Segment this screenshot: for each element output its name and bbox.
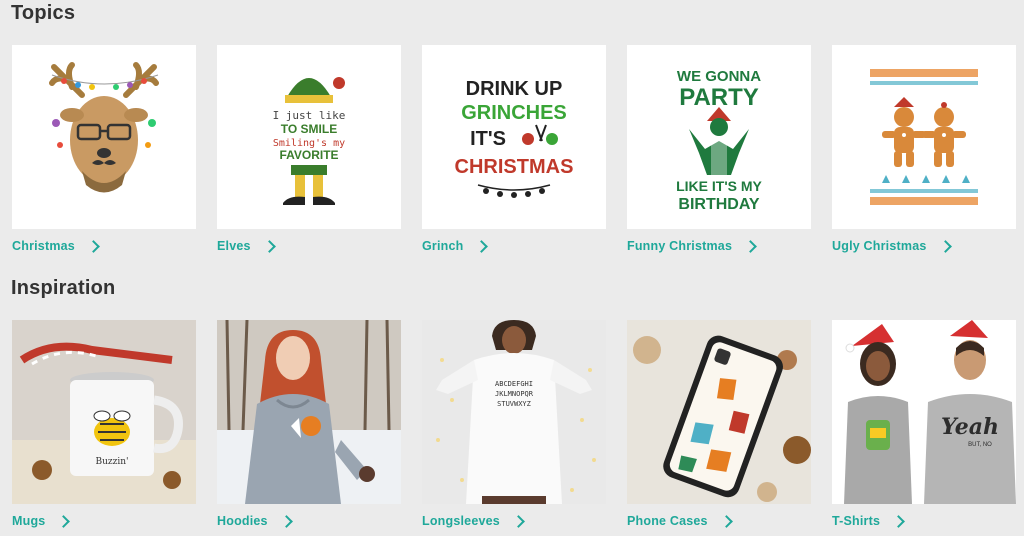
chevron-right-icon: [512, 515, 525, 528]
topic-card-grinch[interactable]: DRINK UP GRINCHES IT'S CHRISTMAS Grinch: [422, 45, 606, 254]
topic-label-christmas: Christmas: [12, 239, 75, 253]
inspiration-image-hoodies[interactable]: [217, 320, 401, 504]
chevron-right-icon: [87, 240, 100, 253]
topic-image-grinch[interactable]: DRINK UP GRINCHES IT'S CHRISTMAS: [422, 45, 606, 229]
inspiration-card-longsleeves[interactable]: ABCDEFGHI JKLMNOPQR STUVWXYZ Longsleeves: [422, 320, 606, 529]
inspiration-link-t-shirts[interactable]: T-Shirts: [832, 513, 1016, 529]
party-line-4: BIRTHDAY: [678, 196, 760, 213]
topic-link-christmas[interactable]: Christmas: [12, 238, 196, 254]
inspiration-image-longsleeves[interactable]: ABCDEFGHI JKLMNOPQR STUVWXYZ: [422, 320, 606, 504]
party-line-2: PARTY: [679, 84, 759, 111]
inspiration-label-t-shirts: T-Shirts: [832, 514, 881, 528]
elf-illustration: I just like TO SMILE Smiling's my FAVORI…: [273, 77, 346, 205]
elf-line-1: I just like: [273, 109, 346, 122]
inspiration-label-mugs: Mugs: [12, 514, 46, 528]
reindeer-illustration: [49, 62, 159, 193]
phone-case-photo: [627, 320, 811, 504]
topic-card-elves[interactable]: I just like TO SMILE Smiling's my FAVORI…: [217, 45, 401, 254]
grinch-typography: DRINK UP GRINCHES IT'S CHRISTMAS: [455, 78, 574, 198]
chevron-right-icon: [262, 240, 276, 253]
topic-card-ugly-christmas[interactable]: Ugly Christmas: [832, 45, 1016, 254]
mug-text: Buzzin': [95, 457, 128, 467]
topic-link-ugly-christmas[interactable]: Ugly Christmas: [832, 238, 1016, 254]
inspiration-card-hoodies[interactable]: Hoodies: [217, 320, 401, 529]
elf-line-2: TO SMILE: [281, 122, 337, 136]
topic-label-grinch: Grinch: [422, 239, 464, 253]
section-title-topics: Topics: [11, 2, 76, 24]
grinch-line-2: GRINCHES: [461, 102, 567, 124]
inspiration-link-hoodies[interactable]: Hoodies: [217, 513, 401, 529]
topic-label-elves: Elves: [217, 239, 251, 253]
inspiration-grid: Buzzin' Mugs Hoodies ABCDEFGHI JKLMNOPQR…: [12, 320, 1016, 529]
party-line-3: LIKE IT'S MY: [676, 178, 762, 194]
section-title-inspiration: Inspiration: [11, 277, 116, 299]
topic-link-elves[interactable]: Elves: [217, 238, 401, 254]
grinch-line-4: CHRISTMAS: [455, 156, 574, 178]
gingerbread-sweater-illustration: [870, 69, 978, 205]
chevron-right-icon: [744, 240, 757, 253]
grinch-line-1: DRINK UP: [466, 78, 563, 100]
inspiration-label-longsleeves: Longsleeves: [422, 514, 500, 528]
tshirt-text-yeah: Yeah: [941, 414, 999, 440]
inspiration-card-phone-cases[interactable]: Phone Cases: [627, 320, 811, 529]
party-birthday-illustration: WE GONNA PARTY LIKE IT'S MY BIRTHDAY: [676, 68, 762, 213]
party-line-1: WE GONNA: [677, 68, 761, 85]
alphabet-line-2: JKLMNOPQR: [495, 390, 534, 398]
inspiration-card-mugs[interactable]: Buzzin' Mugs: [12, 320, 196, 529]
longsleeve-photo: ABCDEFGHI JKLMNOPQR STUVWXYZ: [422, 320, 606, 504]
alphabet-line-3: STUVWXYZ: [497, 400, 531, 408]
chevron-right-icon: [57, 515, 71, 528]
chevron-right-icon: [279, 515, 293, 528]
inspiration-image-mugs[interactable]: Buzzin': [12, 320, 196, 504]
topic-label-funny-christmas: Funny Christmas: [627, 239, 733, 253]
topic-link-funny-christmas[interactable]: Funny Christmas: [627, 238, 811, 254]
inspiration-link-phone-cases[interactable]: Phone Cases: [627, 513, 811, 529]
inspiration-card-t-shirts[interactable]: Yeah BUT, NO T-Shirts: [832, 320, 1016, 529]
inspiration-image-phone-cases[interactable]: [627, 320, 811, 504]
topic-image-ugly-christmas[interactable]: [832, 45, 1016, 229]
chevron-right-icon: [719, 515, 733, 528]
inspiration-image-t-shirts[interactable]: Yeah BUT, NO: [832, 320, 1016, 504]
tshirt-text-but-no: BUT, NO: [968, 442, 992, 448]
chevron-right-icon: [475, 240, 489, 253]
hoodie-photo: [217, 320, 401, 504]
inspiration-label-hoodies: Hoodies: [217, 514, 268, 528]
inspiration-label-phone-cases: Phone Cases: [627, 514, 708, 528]
topic-link-grinch[interactable]: Grinch: [422, 238, 606, 254]
alphabet-line-1: ABCDEFGHI: [495, 380, 533, 388]
topic-image-christmas[interactable]: [12, 45, 196, 229]
chevron-right-icon: [892, 515, 906, 528]
inspiration-link-mugs[interactable]: Mugs: [12, 513, 196, 529]
inspiration-link-longsleeves[interactable]: Longsleeves: [422, 513, 606, 529]
topic-image-elves[interactable]: I just like TO SMILE Smiling's my FAVORI…: [217, 45, 401, 229]
topic-card-christmas[interactable]: Christmas: [12, 45, 196, 254]
elf-line-4: FAVORITE: [279, 148, 338, 162]
grinch-line-3: IT'S: [470, 128, 506, 150]
topic-label-ugly-christmas: Ugly Christmas: [832, 239, 927, 253]
topic-card-funny-christmas[interactable]: WE GONNA PARTY LIKE IT'S MY BIRTHDAY Fun…: [627, 45, 811, 254]
topic-image-funny-christmas[interactable]: WE GONNA PARTY LIKE IT'S MY BIRTHDAY: [627, 45, 811, 229]
tshirts-photo: Yeah BUT, NO: [832, 320, 1016, 504]
chevron-right-icon: [938, 240, 952, 253]
mug-photo: Buzzin': [12, 320, 196, 504]
topics-grid: Christmas I just like TO SMILE Smiling's…: [12, 45, 1016, 254]
